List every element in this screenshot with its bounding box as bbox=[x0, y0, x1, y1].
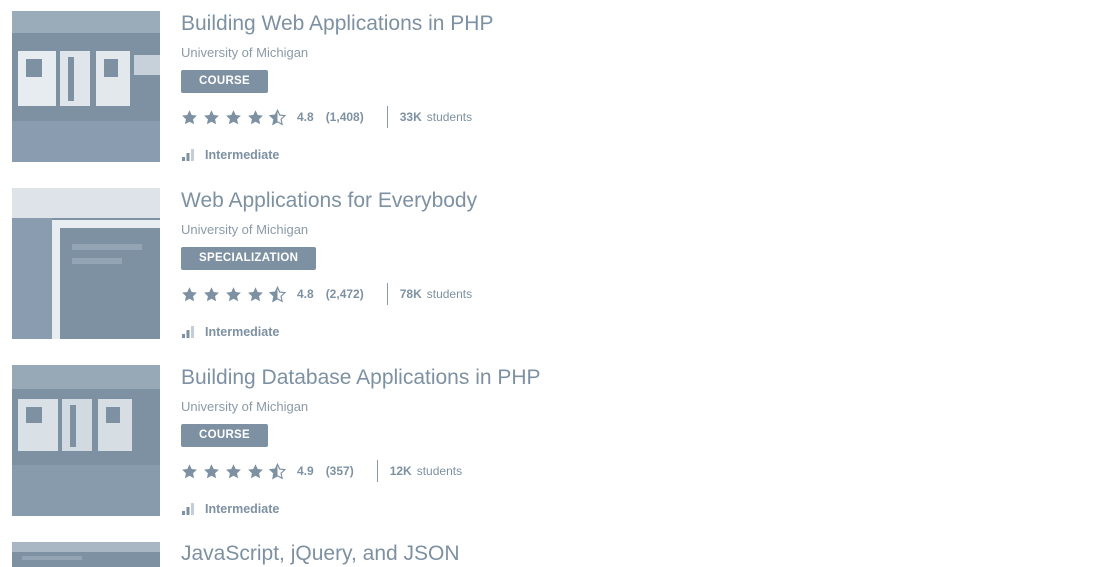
enrollment-label: students bbox=[426, 287, 473, 301]
course-partner: University of Michigan bbox=[181, 222, 309, 237]
course-title[interactable]: Web Applications for Everybody bbox=[181, 189, 477, 213]
divider bbox=[376, 460, 378, 482]
star-full-icon bbox=[204, 286, 219, 301]
rating-stars bbox=[181, 285, 291, 303]
course-list: Building Web Applications in PHP Univers… bbox=[0, 0, 1100, 567]
enrollment-count: 33K bbox=[399, 110, 422, 124]
rating-value: 4.8 bbox=[297, 287, 314, 301]
difficulty-level: Intermediate bbox=[205, 148, 280, 162]
product-type-badge: SPECIALIZATION bbox=[181, 247, 317, 270]
star-full-icon bbox=[248, 109, 263, 124]
rating-count: (1,408) bbox=[325, 110, 364, 124]
star-full-icon bbox=[204, 463, 219, 478]
star-full-icon bbox=[226, 286, 241, 301]
monitor-photo-icon bbox=[12, 188, 160, 339]
course-partner: University of Michigan bbox=[181, 45, 309, 60]
course-card[interactable]: JavaScript, jQuery, and JSON bbox=[12, 542, 1092, 567]
star-full-icon bbox=[248, 286, 263, 301]
star-full-icon bbox=[226, 463, 241, 478]
star-full-icon bbox=[204, 109, 219, 124]
product-type-badge: COURSE bbox=[181, 424, 269, 447]
difficulty-level: Intermediate bbox=[205, 325, 280, 339]
rating-row: 4.9 (357) 12K students bbox=[181, 459, 462, 483]
php-logo-photo-icon bbox=[12, 11, 160, 162]
rating-count: (357) bbox=[325, 464, 354, 478]
level-row: Intermediate bbox=[181, 324, 279, 340]
divider bbox=[386, 106, 388, 128]
rating-value: 4.9 bbox=[297, 464, 314, 478]
star-half-icon bbox=[269, 285, 286, 302]
star-half-icon bbox=[269, 462, 286, 479]
enrollment-count: 78K bbox=[399, 287, 422, 301]
course-thumbnail[interactable] bbox=[12, 542, 160, 567]
rating-value: 4.8 bbox=[297, 110, 314, 124]
rating-stars bbox=[181, 462, 291, 480]
rating-count: (2,472) bbox=[325, 287, 364, 301]
course-card[interactable]: Building Database Applications in PHP Un… bbox=[12, 365, 1092, 517]
star-full-icon bbox=[182, 463, 197, 478]
star-full-icon bbox=[182, 286, 197, 301]
course-partner: University of Michigan bbox=[181, 399, 309, 414]
level-row: Intermediate bbox=[181, 147, 279, 163]
rating-row: 4.8 (2,472) 78K students bbox=[181, 282, 472, 306]
rating-row: 4.8 (1,408) 33K students bbox=[181, 105, 472, 129]
rating-stars bbox=[181, 108, 291, 126]
difficulty-bars-icon bbox=[182, 149, 194, 161]
divider bbox=[386, 283, 388, 305]
course-thumbnail[interactable] bbox=[12, 11, 160, 162]
code-photo-icon bbox=[12, 542, 160, 567]
course-title[interactable]: Building Web Applications in PHP bbox=[181, 12, 493, 36]
php-logo-photo-icon bbox=[12, 365, 160, 516]
star-full-icon bbox=[182, 109, 197, 124]
product-type-badge: COURSE bbox=[181, 70, 269, 93]
course-title[interactable]: JavaScript, jQuery, and JSON bbox=[181, 542, 460, 566]
enrollment-label: students bbox=[426, 110, 473, 124]
star-full-icon bbox=[226, 109, 241, 124]
enrollment-label: students bbox=[416, 464, 463, 478]
level-row: Intermediate bbox=[181, 501, 279, 517]
difficulty-bars-icon bbox=[182, 326, 194, 338]
course-thumbnail[interactable] bbox=[12, 188, 160, 339]
star-full-icon bbox=[248, 463, 263, 478]
difficulty-level: Intermediate bbox=[205, 502, 280, 516]
enrollment-count: 12K bbox=[389, 464, 412, 478]
course-thumbnail[interactable] bbox=[12, 365, 160, 516]
course-card[interactable]: Web Applications for Everybody Universit… bbox=[12, 188, 1092, 340]
difficulty-bars-icon bbox=[182, 503, 194, 515]
course-title[interactable]: Building Database Applications in PHP bbox=[181, 366, 541, 390]
course-card[interactable]: Building Web Applications in PHP Univers… bbox=[12, 11, 1092, 163]
star-half-icon bbox=[269, 108, 286, 125]
